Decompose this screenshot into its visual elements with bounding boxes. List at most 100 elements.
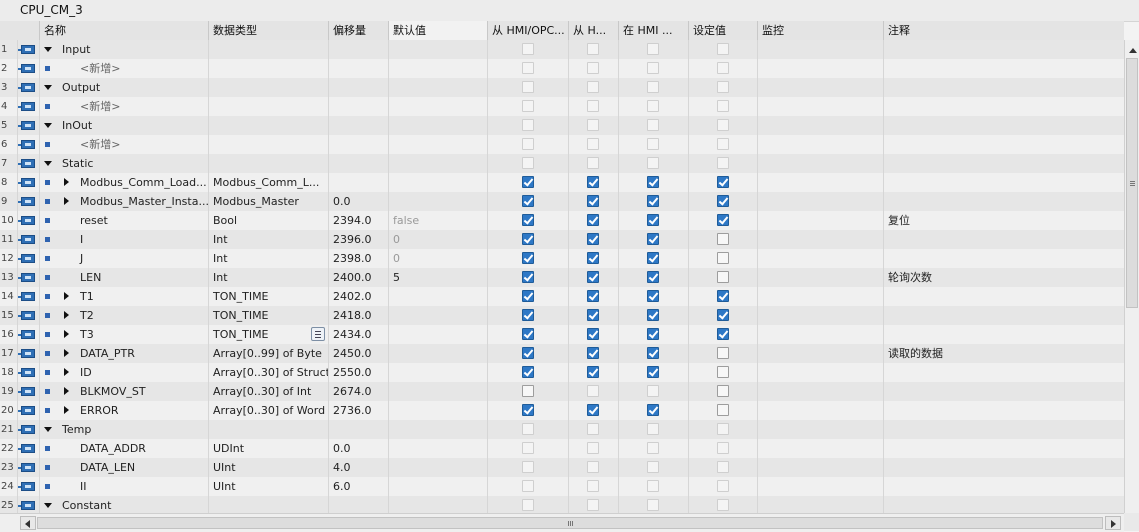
header-datatype[interactable]: 数据类型 [209, 21, 329, 40]
comment-cell[interactable] [884, 173, 1124, 192]
default-value-cell[interactable] [389, 78, 488, 97]
variable-name[interactable]: ID [80, 363, 92, 382]
from-hmi-opc-checkbox[interactable] [522, 195, 534, 207]
datatype-cell[interactable]: UDInt [209, 439, 329, 458]
datatype-cell[interactable]: Array[0..30] of Word [209, 401, 329, 420]
default-value-cell[interactable] [389, 154, 488, 173]
in-hmi-checkbox[interactable] [647, 214, 659, 226]
setpoint-checkbox[interactable] [717, 195, 729, 207]
datatype-cell[interactable]: TON_TIME [209, 325, 329, 344]
comment-cell[interactable] [884, 154, 1124, 173]
datatype-cell[interactable] [209, 154, 329, 173]
chevron-right-icon[interactable] [64, 197, 69, 205]
table-row[interactable]: 19 BLKMOV_ST Array[0..30] of Int 2674.0 [0, 382, 1124, 401]
header-from-hmi-opc[interactable]: 从 HMI/OPC... [488, 21, 569, 40]
variable-name[interactable]: DATA_ADDR [80, 439, 146, 458]
in-hmi-checkbox[interactable] [647, 328, 659, 340]
comment-cell[interactable] [884, 97, 1124, 116]
table-row[interactable]: 22 DATA_ADDR UDInt 0.0 [0, 439, 1124, 458]
table-row[interactable]: 1 Input [0, 40, 1124, 59]
from-h-checkbox[interactable] [587, 328, 599, 340]
table-row[interactable]: 14 T1 TON_TIME 2402.0 [0, 287, 1124, 306]
scroll-up-arrow-icon[interactable] [1126, 42, 1138, 56]
from-h-checkbox[interactable] [587, 252, 599, 264]
variable-name[interactable]: T2 [80, 306, 94, 325]
variable-name[interactable]: reset [80, 211, 108, 230]
from-hmi-opc-checkbox[interactable] [522, 176, 534, 188]
header-setpoint[interactable]: 设定值 [689, 21, 758, 40]
table-row[interactable]: 3 Output [0, 78, 1124, 97]
variable-name[interactable]: Output [62, 78, 100, 97]
variable-name[interactable]: Temp [62, 420, 91, 439]
comment-cell[interactable] [884, 439, 1124, 458]
variable-name[interactable]: Modbus_Master_Insta... [80, 192, 208, 211]
setpoint-checkbox[interactable] [717, 214, 729, 226]
vertical-scroll-thumb[interactable] [1126, 58, 1138, 308]
from-hmi-opc-checkbox[interactable] [522, 252, 534, 264]
default-value-cell[interactable]: false [389, 211, 488, 230]
name-cell[interactable]: II [40, 477, 209, 496]
default-value-cell[interactable] [389, 458, 488, 477]
chevron-down-icon[interactable] [44, 503, 52, 508]
default-value-cell[interactable] [389, 59, 488, 78]
default-value-cell[interactable] [389, 363, 488, 382]
datatype-cell[interactable] [209, 97, 329, 116]
default-value-cell[interactable] [389, 477, 488, 496]
from-h-checkbox[interactable] [587, 290, 599, 302]
chevron-right-icon[interactable] [64, 368, 69, 376]
comment-cell[interactable] [884, 306, 1124, 325]
vertical-scrollbar[interactable] [1124, 40, 1139, 513]
horizontal-scrollbar[interactable] [0, 513, 1124, 532]
table-row[interactable]: 24 II UInt 6.0 [0, 477, 1124, 496]
name-cell[interactable]: <新增> [40, 97, 209, 116]
in-hmi-checkbox[interactable] [647, 233, 659, 245]
from-h-checkbox[interactable] [587, 176, 599, 188]
header-monitor[interactable]: 监控 [758, 21, 884, 40]
scroll-left-arrow-icon[interactable] [20, 516, 36, 530]
variable-name[interactable]: DATA_PTR [80, 344, 135, 363]
datatype-cell[interactable]: Array[0..30] of Int [209, 382, 329, 401]
comment-cell[interactable] [884, 59, 1124, 78]
datatype-cell[interactable]: Modbus_Master [209, 192, 329, 211]
add-new-placeholder[interactable]: <新增> [80, 135, 120, 154]
variable-name[interactable]: Constant [62, 496, 111, 513]
name-cell[interactable]: Static [40, 154, 209, 173]
from-h-checkbox[interactable] [587, 214, 599, 226]
setpoint-checkbox[interactable] [717, 309, 729, 321]
datatype-cell[interactable] [209, 59, 329, 78]
table-row[interactable]: 23 DATA_LEN UInt 4.0 [0, 458, 1124, 477]
chevron-down-icon[interactable] [44, 123, 52, 128]
chevron-down-icon[interactable] [44, 427, 52, 432]
default-value-cell[interactable] [389, 40, 488, 59]
table-row[interactable]: 20 ERROR Array[0..30] of Word 2736.0 [0, 401, 1124, 420]
variable-name[interactable]: I [80, 230, 83, 249]
horizontal-scroll-thumb[interactable] [37, 517, 1103, 529]
setpoint-checkbox[interactable] [717, 271, 729, 283]
name-cell[interactable]: BLKMOV_ST [40, 382, 209, 401]
name-cell[interactable]: Temp [40, 420, 209, 439]
comment-cell[interactable]: 读取的数据 [884, 344, 1124, 363]
default-value-cell[interactable] [389, 135, 488, 154]
table-row[interactable]: 7 Static [0, 154, 1124, 173]
name-cell[interactable]: I [40, 230, 209, 249]
table-row[interactable]: 9 Modbus_Master_Insta... Modbus_Master 0.0 [0, 192, 1124, 211]
comment-cell[interactable] [884, 382, 1124, 401]
name-cell[interactable]: T3 [40, 325, 209, 344]
default-value-cell[interactable]: 5 [389, 268, 488, 287]
default-value-cell[interactable] [389, 325, 488, 344]
chevron-right-icon[interactable] [64, 178, 69, 186]
table-row[interactable]: 15 T2 TON_TIME 2418.0 [0, 306, 1124, 325]
name-cell[interactable]: T2 [40, 306, 209, 325]
datatype-cell[interactable]: TON_TIME [209, 306, 329, 325]
setpoint-checkbox[interactable] [717, 328, 729, 340]
chevron-right-icon[interactable] [64, 406, 69, 414]
chevron-right-icon[interactable] [64, 387, 69, 395]
comment-cell[interactable] [884, 325, 1124, 344]
table-row[interactable]: 10 reset Bool 2394.0 false 复位 [0, 211, 1124, 230]
datatype-cell[interactable]: Array[0..99] of Byte [209, 344, 329, 363]
datatype-cell[interactable] [209, 78, 329, 97]
setpoint-checkbox[interactable] [717, 366, 729, 378]
table-row[interactable]: 18 ID Array[0..30] of Struct 2550.0 [0, 363, 1124, 382]
name-cell[interactable]: <新增> [40, 59, 209, 78]
from-hmi-opc-checkbox[interactable] [522, 309, 534, 321]
